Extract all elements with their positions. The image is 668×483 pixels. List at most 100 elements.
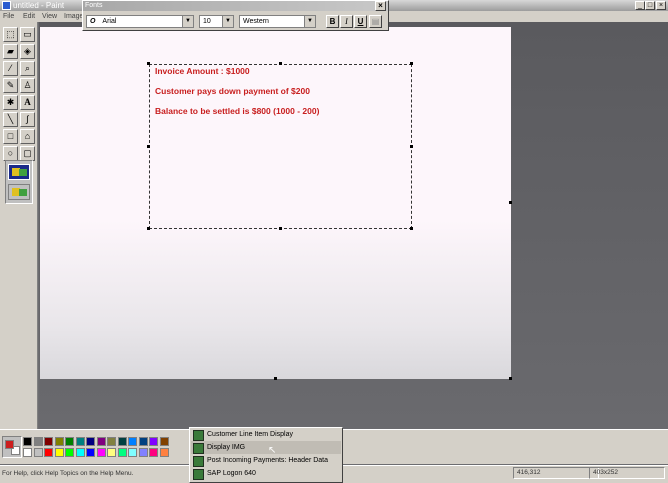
close-button[interactable]: × bbox=[656, 1, 666, 10]
magnifier-tool-button[interactable]: ⌕ bbox=[20, 61, 35, 76]
pencil-tool-button[interactable]: ✎ bbox=[3, 78, 18, 93]
palette-swatch[interactable] bbox=[54, 437, 64, 446]
palette-swatch[interactable] bbox=[107, 437, 116, 446]
color-picker-tool-button[interactable]: ⁄ bbox=[3, 61, 18, 76]
font-name-dropdown[interactable]: O Arial ▼ bbox=[86, 15, 194, 28]
palette-swatch[interactable] bbox=[138, 437, 148, 446]
polygon-tool-button[interactable]: ⌂ bbox=[20, 129, 35, 144]
palette-swatch[interactable] bbox=[44, 437, 53, 446]
magnifier-icon: ⌕ bbox=[24, 63, 31, 73]
italic-button[interactable]: I bbox=[340, 15, 353, 28]
eraser-tool-button[interactable]: ▰ bbox=[3, 44, 18, 59]
palette-swatch[interactable] bbox=[159, 437, 169, 446]
palette-swatch[interactable] bbox=[96, 437, 106, 446]
palette-swatch[interactable] bbox=[138, 448, 148, 457]
font-type-icon: O bbox=[90, 18, 96, 25]
palette-swatch[interactable] bbox=[33, 437, 43, 446]
line-tool-button[interactable]: ╲ bbox=[3, 112, 18, 127]
rectangle-tool-button[interactable]: □ bbox=[3, 129, 18, 144]
palette-swatch[interactable] bbox=[96, 448, 106, 457]
fill-tool-button[interactable]: ◈ bbox=[20, 44, 35, 59]
free-select-tool-button[interactable]: ⬚ bbox=[3, 27, 18, 42]
palette-swatch[interactable] bbox=[86, 437, 95, 446]
palette-swatch[interactable] bbox=[86, 448, 95, 457]
rect-select-tool-button[interactable]: ▭ bbox=[20, 27, 35, 42]
maximize-button[interactable]: □ bbox=[645, 1, 655, 10]
font-name-value: Arial bbox=[102, 18, 117, 25]
palette-swatch[interactable] bbox=[65, 437, 74, 446]
menu-edit[interactable]: Edit bbox=[23, 12, 35, 21]
brush-tool-button[interactable]: ♙ bbox=[20, 78, 35, 93]
palette-swatch[interactable] bbox=[23, 437, 32, 446]
free-select-icon: ⬚ bbox=[6, 29, 15, 39]
line-icon: ╲ bbox=[7, 114, 14, 124]
fonts-toolbar-title: Fonts bbox=[83, 1, 388, 11]
taskbar-item-display-img[interactable]: Display IMG bbox=[191, 441, 341, 454]
palette-swatch[interactable] bbox=[149, 448, 158, 457]
down-payment-text: Customer pays down payment of $200 bbox=[155, 86, 310, 96]
palette-swatch[interactable] bbox=[149, 437, 158, 446]
palette-swatch[interactable] bbox=[75, 437, 85, 446]
airbrush-tool-button[interactable]: ✱ bbox=[3, 95, 18, 110]
palette-swatch[interactable] bbox=[159, 448, 169, 457]
palette-swatch[interactable] bbox=[23, 448, 32, 457]
palette-swatch[interactable] bbox=[128, 448, 137, 457]
selection-handle[interactable] bbox=[279, 227, 282, 230]
selection-handle[interactable] bbox=[147, 62, 150, 65]
menu-view[interactable]: View bbox=[42, 12, 57, 21]
menu-file[interactable]: File bbox=[3, 12, 14, 21]
window-title: untitled - Paint bbox=[13, 1, 65, 10]
curve-icon: ∫ bbox=[26, 114, 29, 124]
palette-swatch[interactable] bbox=[65, 448, 74, 457]
palette-swatch[interactable] bbox=[54, 448, 64, 457]
pencil-icon: ✎ bbox=[6, 80, 15, 90]
font-script-value: Western bbox=[243, 18, 269, 25]
rounded-rect-icon: ▢ bbox=[23, 148, 32, 158]
sap-window-icon bbox=[193, 443, 204, 454]
font-size-dropdown[interactable]: 10 ▼ bbox=[199, 15, 234, 28]
selection-handle[interactable] bbox=[410, 62, 413, 65]
cursor-coordinates: 416,312 bbox=[513, 467, 599, 479]
menu-image[interactable]: Image bbox=[64, 12, 83, 21]
foreground-color-swatch[interactable] bbox=[5, 440, 14, 449]
font-size-value: 10 bbox=[203, 18, 211, 25]
invoice-amount-text: Invoice Amount : $1000 bbox=[155, 66, 250, 76]
palette-swatch[interactable] bbox=[44, 448, 53, 457]
tool-options-panel[interactable] bbox=[5, 160, 33, 204]
ellipse-tool-button[interactable]: ○ bbox=[3, 146, 18, 161]
taskbar-item-post-incoming-payments[interactable]: Post Incoming Payments: Header Data bbox=[191, 454, 341, 467]
selection-handle[interactable] bbox=[279, 62, 282, 65]
taskbar-item-customer-line-item[interactable]: Customer Line Item Display bbox=[191, 428, 341, 441]
palette-swatch[interactable] bbox=[117, 437, 127, 446]
bold-button[interactable]: B bbox=[326, 15, 339, 28]
palette-swatch[interactable] bbox=[128, 437, 137, 446]
canvas-resize-handle-right[interactable] bbox=[509, 201, 512, 204]
transparent-option-icon[interactable] bbox=[8, 184, 30, 200]
opaque-option-icon[interactable] bbox=[8, 164, 30, 180]
status-help-text: For Help, click Help Topics on the Help … bbox=[2, 470, 134, 477]
vertical-text-button[interactable]: ▤ bbox=[369, 15, 382, 28]
palette-swatch[interactable] bbox=[107, 448, 116, 457]
minimize-button[interactable]: _ bbox=[635, 1, 645, 10]
taskbar-item-sap-logon[interactable]: SAP Logon 640 bbox=[191, 467, 341, 480]
canvas-resize-handle-bottom[interactable] bbox=[274, 377, 277, 380]
palette-swatch[interactable] bbox=[117, 448, 127, 457]
curve-tool-button[interactable]: ∫ bbox=[20, 112, 35, 127]
chevron-down-icon: ▼ bbox=[222, 16, 233, 27]
palette-swatch[interactable] bbox=[33, 448, 43, 457]
palette-swatch[interactable] bbox=[75, 448, 85, 457]
selection-handle[interactable] bbox=[147, 145, 150, 148]
font-script-dropdown[interactable]: Western ▼ bbox=[239, 15, 316, 28]
paint-app-icon bbox=[2, 1, 11, 10]
underline-button[interactable]: U bbox=[354, 15, 367, 28]
sap-window-icon bbox=[193, 456, 204, 467]
selection-handle[interactable] bbox=[147, 227, 150, 230]
vertical-text-icon: ▤ bbox=[371, 17, 380, 26]
text-tool-button[interactable]: A bbox=[20, 95, 35, 110]
fonts-close-button[interactable]: × bbox=[375, 1, 386, 11]
canvas-resize-handle-corner[interactable] bbox=[509, 377, 512, 380]
selection-handle[interactable] bbox=[410, 145, 413, 148]
rounded-rect-tool-button[interactable]: ▢ bbox=[20, 146, 35, 161]
selection-handle[interactable] bbox=[410, 227, 413, 230]
airbrush-icon: ✱ bbox=[6, 97, 15, 107]
